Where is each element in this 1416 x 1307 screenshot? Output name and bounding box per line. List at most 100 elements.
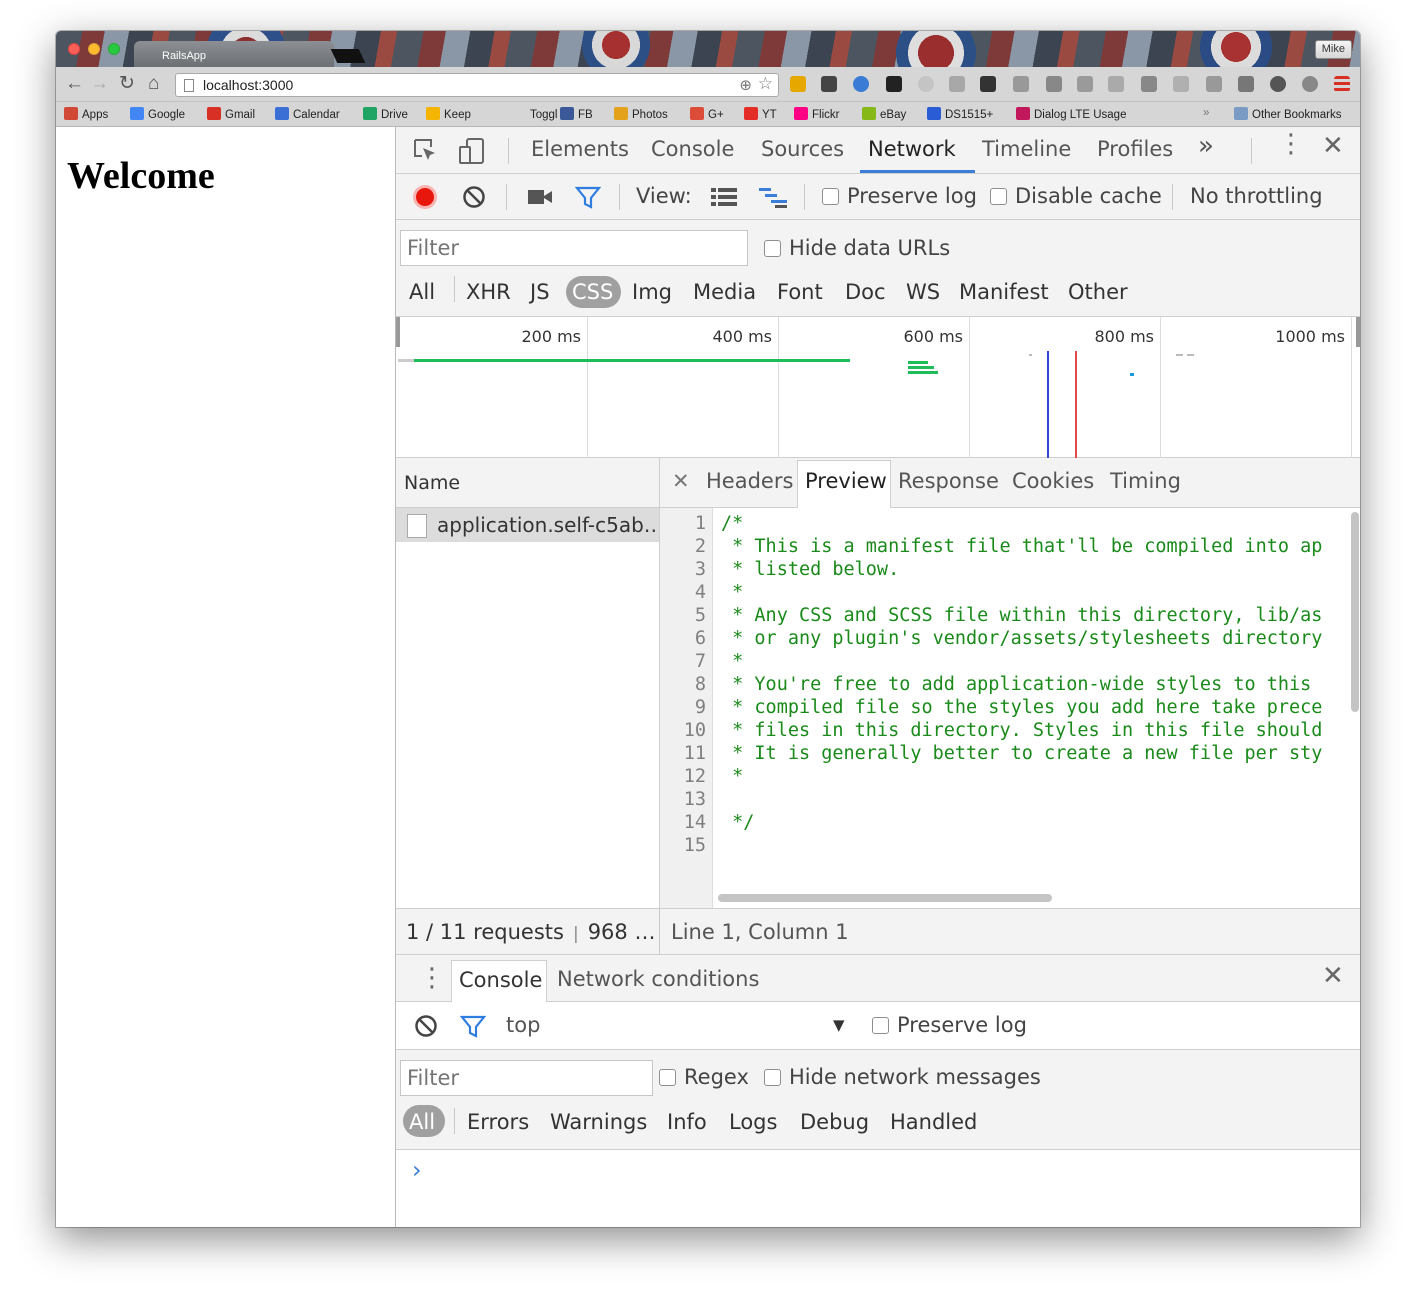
close-window-button[interactable] (68, 43, 80, 55)
drawer-tab-console[interactable]: Console (451, 960, 547, 1002)
customize-menu-icon[interactable]: ⋮ (1278, 129, 1304, 159)
bookmark-flickr[interactable]: Flickr (794, 107, 839, 121)
type-filter-manifest[interactable]: Manifest (959, 280, 1049, 304)
record-button[interactable] (413, 185, 437, 209)
bookmark-overflow[interactable]: » (1203, 107, 1209, 119)
preserve-log-checkbox[interactable]: Preserve log (822, 184, 977, 208)
tab-network[interactable]: Network (868, 137, 956, 161)
bookmark-ebay[interactable]: eBay (862, 107, 906, 121)
type-filter-img[interactable]: Img (632, 280, 672, 304)
request-row[interactable]: application.self-c5ab… (396, 508, 659, 542)
waterfall-icon[interactable] (759, 188, 787, 208)
bookmark-yt[interactable]: YT (744, 107, 777, 121)
type-filter-font[interactable]: Font (777, 280, 823, 304)
vertical-scrollbar[interactable] (1351, 512, 1359, 712)
console-prompt-icon[interactable]: › (412, 1156, 422, 1184)
large-rows-icon[interactable] (711, 188, 737, 206)
type-filter-js[interactable]: JS (530, 280, 550, 304)
bookmark-dialog-lte-usage[interactable]: Dialog LTE Usage (1016, 107, 1126, 121)
home-icon[interactable]: ⌂ (148, 74, 159, 93)
close-drawer-icon[interactable]: ✕ (1322, 961, 1344, 991)
bookmark-keep[interactable]: Keep (426, 107, 471, 121)
bookmark-toggl[interactable]: Toggl (512, 107, 558, 121)
type-filter-doc[interactable]: Doc (845, 280, 886, 304)
detail-tab-timing[interactable]: Timing (1110, 469, 1181, 493)
overview-handle-right[interactable] (1356, 317, 1360, 347)
console-preserve-log-checkbox[interactable]: Preserve log (872, 1013, 1027, 1037)
type-filter-media[interactable]: Media (693, 280, 756, 304)
profile-button[interactable]: Mike (1314, 40, 1352, 59)
level-filter-all[interactable]: All (409, 1110, 435, 1134)
extension-icon[interactable] (1108, 76, 1124, 92)
detail-tab-headers[interactable]: Headers (706, 469, 793, 493)
horizontal-scrollbar[interactable] (718, 894, 1052, 902)
type-filter-ws[interactable]: WS (906, 280, 940, 304)
extension-icon[interactable] (1270, 76, 1286, 92)
extension-icon[interactable] (980, 76, 996, 92)
level-filter-errors[interactable]: Errors (467, 1110, 529, 1134)
extension-icon[interactable] (821, 76, 837, 92)
level-filter-info[interactable]: Info (667, 1110, 707, 1134)
disable-cache-checkbox[interactable]: Disable cache (990, 184, 1162, 208)
drawer-tab-network-conditions[interactable]: Network conditions (557, 967, 759, 991)
tab-timeline[interactable]: Timeline (982, 137, 1071, 161)
tab-console[interactable]: Console (651, 137, 734, 161)
minimize-window-button[interactable] (88, 43, 100, 55)
maximize-window-button[interactable] (108, 43, 120, 55)
console-filter-icon[interactable] (460, 1015, 486, 1039)
detail-tab-cookies[interactable]: Cookies (1012, 469, 1094, 493)
bookmark-calendar[interactable]: Calendar (275, 107, 340, 121)
detail-tab-preview[interactable]: Preview (805, 469, 887, 493)
bookmark-fb[interactable]: FB (560, 107, 593, 121)
forward-icon[interactable]: → (90, 74, 109, 93)
filter-icon[interactable] (575, 186, 601, 210)
extension-icon[interactable] (853, 76, 869, 92)
level-filter-logs[interactable]: Logs (729, 1110, 777, 1134)
type-filter-xhr[interactable]: XHR (466, 280, 511, 304)
bookmark-gmail[interactable]: Gmail (207, 107, 255, 121)
close-devtools-icon[interactable]: ✕ (1322, 131, 1344, 161)
extension-icon[interactable] (1206, 76, 1222, 92)
bookmark-photos[interactable]: Photos (614, 107, 668, 121)
hide-network-checkbox[interactable]: Hide network messages (764, 1065, 1041, 1089)
address-bar[interactable]: localhost:3000 ⊕ ☆ (175, 73, 779, 97)
bookmark-google[interactable]: Google (130, 107, 185, 121)
regex-checkbox[interactable]: Regex (659, 1065, 749, 1089)
throttling-select[interactable]: No throttling (1190, 184, 1323, 208)
name-column-header[interactable]: Name (396, 458, 659, 508)
browser-tab[interactable]: RailsApp (134, 41, 334, 67)
other-bookmarks[interactable]: Other Bookmarks (1234, 107, 1341, 121)
extension-icon[interactable] (918, 76, 934, 92)
zoom-icon[interactable]: ⊕ (739, 76, 752, 94)
extension-icon[interactable] (1141, 76, 1157, 92)
extension-icon[interactable] (949, 76, 965, 92)
console-filter-input[interactable] (400, 1060, 653, 1096)
capture-screenshots-icon[interactable] (527, 187, 553, 207)
bookmark-ds1515[interactable]: DS1515+ (927, 107, 993, 121)
inspect-element-icon[interactable] (413, 138, 439, 164)
context-selector[interactable]: top (506, 1013, 540, 1037)
bookmark-drive[interactable]: Drive (363, 107, 408, 121)
more-panels-button[interactable]: » (1198, 131, 1214, 161)
hide-data-urls-checkbox[interactable]: Hide data URLs (764, 236, 950, 260)
bookmark-star-icon[interactable]: ☆ (758, 74, 773, 94)
type-filter-css[interactable]: CSS (572, 280, 613, 304)
device-mode-icon[interactable] (458, 137, 486, 165)
extension-icon[interactable] (1173, 76, 1189, 92)
extension-icon[interactable] (1302, 76, 1318, 92)
extension-icon[interactable] (790, 76, 806, 92)
chevron-down-icon[interactable]: ▼ (833, 1016, 845, 1034)
menu-icon[interactable] (1334, 76, 1350, 92)
extension-icon[interactable] (1238, 76, 1254, 92)
level-filter-warnings[interactable]: Warnings (550, 1110, 647, 1134)
extension-icon[interactable] (1077, 76, 1093, 92)
overview-handle-left[interactable] (396, 317, 400, 347)
level-filter-handled[interactable]: Handled (890, 1110, 977, 1134)
back-icon[interactable]: ← (65, 74, 84, 93)
network-filter-input[interactable] (400, 230, 748, 266)
new-tab-button[interactable] (330, 49, 366, 63)
drawer-menu-icon[interactable]: ⋮ (419, 963, 445, 993)
tab-sources[interactable]: Sources (761, 137, 844, 161)
close-detail-icon[interactable]: ✕ (672, 469, 690, 493)
type-filter-other[interactable]: Other (1068, 280, 1128, 304)
